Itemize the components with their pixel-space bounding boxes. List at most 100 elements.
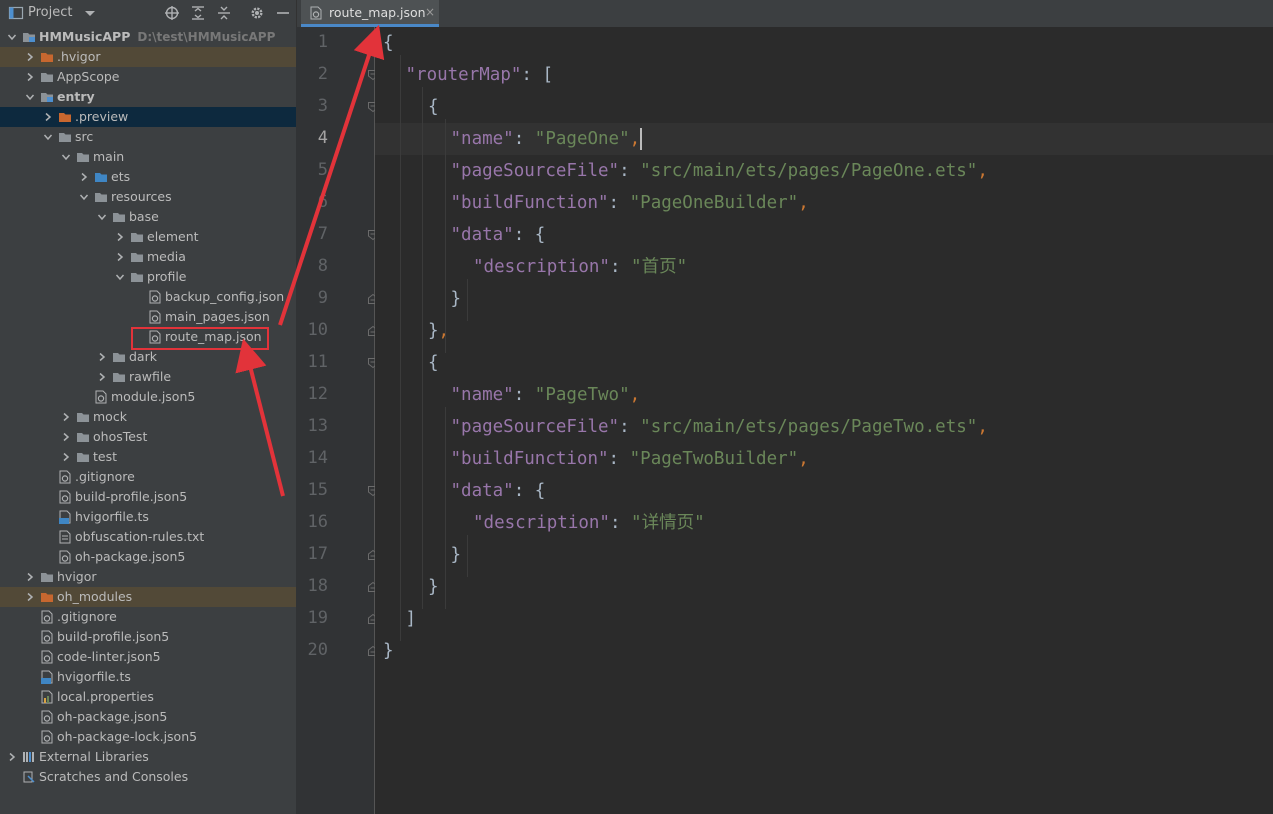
hide-panel-icon[interactable] — [275, 5, 291, 21]
tree-item[interactable]: module.json5 — [0, 387, 296, 407]
close-icon[interactable]: × — [425, 5, 435, 19]
chevron-right-icon[interactable] — [42, 111, 54, 123]
tree-item[interactable]: ohosTest — [0, 427, 296, 447]
tree-item[interactable]: oh_modules — [0, 587, 296, 607]
tree-item[interactable]: oh-package.json5 — [0, 547, 296, 567]
code-line[interactable]: "buildFunction": "PageOneBuilder", — [451, 187, 809, 219]
tree-item[interactable]: local.properties — [0, 687, 296, 707]
code-line[interactable]: "pageSourceFile": "src/main/ets/pages/Pa… — [451, 155, 988, 187]
tree-item[interactable]: code-linter.json5 — [0, 647, 296, 667]
chevron-right-icon[interactable] — [78, 171, 90, 183]
tree-item[interactable]: External Libraries — [0, 747, 296, 767]
code-line[interactable]: } — [451, 539, 462, 571]
tree-item[interactable]: HMMusicAPP D:\test\HMMusicAPP — [0, 27, 296, 47]
tree-item[interactable]: .gitignore — [0, 467, 296, 487]
collapse-all-icon[interactable] — [216, 5, 232, 21]
tree-item[interactable]: oh-package.json5 — [0, 707, 296, 727]
tree-item[interactable]: Scratches and Consoles — [0, 767, 296, 787]
code-line[interactable]: "pageSourceFile": "src/main/ets/pages/Pa… — [451, 411, 988, 443]
tree-item[interactable]: oh-package-lock.json5 — [0, 727, 296, 747]
tree-item[interactable]: hvigorfile.ts — [0, 507, 296, 527]
tree-item[interactable]: src — [0, 127, 296, 147]
code-line[interactable]: "data": { — [451, 475, 546, 507]
tree-item[interactable]: resources — [0, 187, 296, 207]
code-line[interactable]: { — [428, 347, 439, 379]
code-line[interactable]: { — [383, 27, 394, 59]
chevron-down-icon[interactable] — [60, 151, 72, 163]
chevron-right-icon[interactable] — [114, 231, 126, 243]
json-punctuation: : — [609, 257, 632, 277]
tree-item[interactable]: element — [0, 227, 296, 247]
tree-item[interactable]: dark — [0, 347, 296, 367]
line-number: 19 — [307, 608, 328, 628]
code-line[interactable]: }, — [428, 315, 449, 347]
code-line[interactable]: "name": "PageTwo", — [451, 379, 641, 411]
chevron-down-icon[interactable] — [96, 211, 108, 223]
code-line[interactable]: { — [428, 91, 439, 123]
chevron-right-icon[interactable] — [60, 411, 72, 423]
chevron-right-icon[interactable] — [60, 431, 72, 443]
gear-icon[interactable] — [249, 5, 265, 21]
tree-item[interactable]: ets — [0, 167, 296, 187]
code-line[interactable]: "name": "PageOne", — [451, 123, 643, 155]
chevron-right-icon[interactable] — [24, 51, 36, 63]
tree-item-text: build-profile.json5 — [75, 489, 188, 504]
tree-item[interactable]: test — [0, 447, 296, 467]
tree-item[interactable]: profile — [0, 267, 296, 287]
tree-item[interactable]: build-profile.json5 — [0, 627, 296, 647]
expand-all-icon[interactable] — [190, 5, 206, 21]
code-line[interactable]: ] — [406, 603, 417, 635]
project-view-selector[interactable]: Project — [28, 5, 72, 20]
chevron-right-icon[interactable] — [24, 571, 36, 583]
tree-item[interactable]: AppScope — [0, 67, 296, 87]
chevron-right-icon[interactable] — [6, 751, 18, 763]
tree-item[interactable]: .hvigor — [0, 47, 296, 67]
tree-item[interactable]: main — [0, 147, 296, 167]
folder-icon — [41, 573, 53, 582]
code-line[interactable]: "data": { — [451, 219, 546, 251]
code-line[interactable]: } — [428, 571, 439, 603]
folder-icon — [77, 153, 89, 162]
code-editor[interactable]: {"routerMap": [{"name": "PageOne", "pageS… — [375, 27, 1273, 814]
tab-route-map-json[interactable]: route_map.json × — [301, 0, 439, 27]
tree-item[interactable]: .gitignore — [0, 607, 296, 627]
code-line[interactable]: "routerMap": [ — [406, 59, 554, 91]
tree-item[interactable]: mock — [0, 407, 296, 427]
json-punctuation: , — [977, 161, 988, 181]
chevron-right-icon[interactable] — [96, 351, 108, 363]
tree-item-text: entry — [57, 89, 95, 104]
tree-item[interactable]: hvigor — [0, 567, 296, 587]
code-line[interactable]: "description": "详情页" — [473, 507, 705, 539]
tree-item[interactable]: media — [0, 247, 296, 267]
tree-item[interactable]: base — [0, 207, 296, 227]
chevron-right-icon[interactable] — [60, 451, 72, 463]
tree-item-text: main — [93, 149, 125, 164]
chevron-right-icon[interactable] — [114, 251, 126, 263]
select-opened-file-icon[interactable] — [164, 5, 180, 21]
folder-icon — [131, 273, 143, 282]
project-view-icon[interactable] — [8, 5, 24, 21]
chevron-down-icon[interactable] — [24, 91, 36, 103]
tree-item[interactable]: build-profile.json5 — [0, 487, 296, 507]
chevron-down-icon[interactable] — [82, 5, 98, 21]
tree-item[interactable]: rawfile — [0, 367, 296, 387]
tree-item[interactable]: main_pages.json — [0, 307, 296, 327]
chevron-down-icon[interactable] — [78, 191, 90, 203]
folder-icon — [41, 73, 53, 82]
tree-item[interactable]: hvigorfile.ts — [0, 667, 296, 687]
chevron-right-icon[interactable] — [96, 371, 108, 383]
chevron-right-icon[interactable] — [24, 71, 36, 83]
code-line[interactable]: "description": "首页" — [473, 251, 687, 283]
chevron-down-icon[interactable] — [42, 131, 54, 143]
code-line[interactable]: "buildFunction": "PageTwoBuilder", — [451, 443, 809, 475]
tree-item[interactable]: entry — [0, 87, 296, 107]
tree-item[interactable]: obfuscation-rules.txt — [0, 527, 296, 547]
chevron-down-icon[interactable] — [114, 271, 126, 283]
code-line[interactable]: } — [451, 283, 462, 315]
code-line[interactable]: } — [383, 635, 394, 667]
tree-item[interactable]: .preview — [0, 107, 296, 127]
chevron-down-icon[interactable] — [6, 31, 18, 43]
tree-item[interactable]: backup_config.json — [0, 287, 296, 307]
json-punctuation: : — [609, 513, 632, 533]
chevron-right-icon[interactable] — [24, 591, 36, 603]
